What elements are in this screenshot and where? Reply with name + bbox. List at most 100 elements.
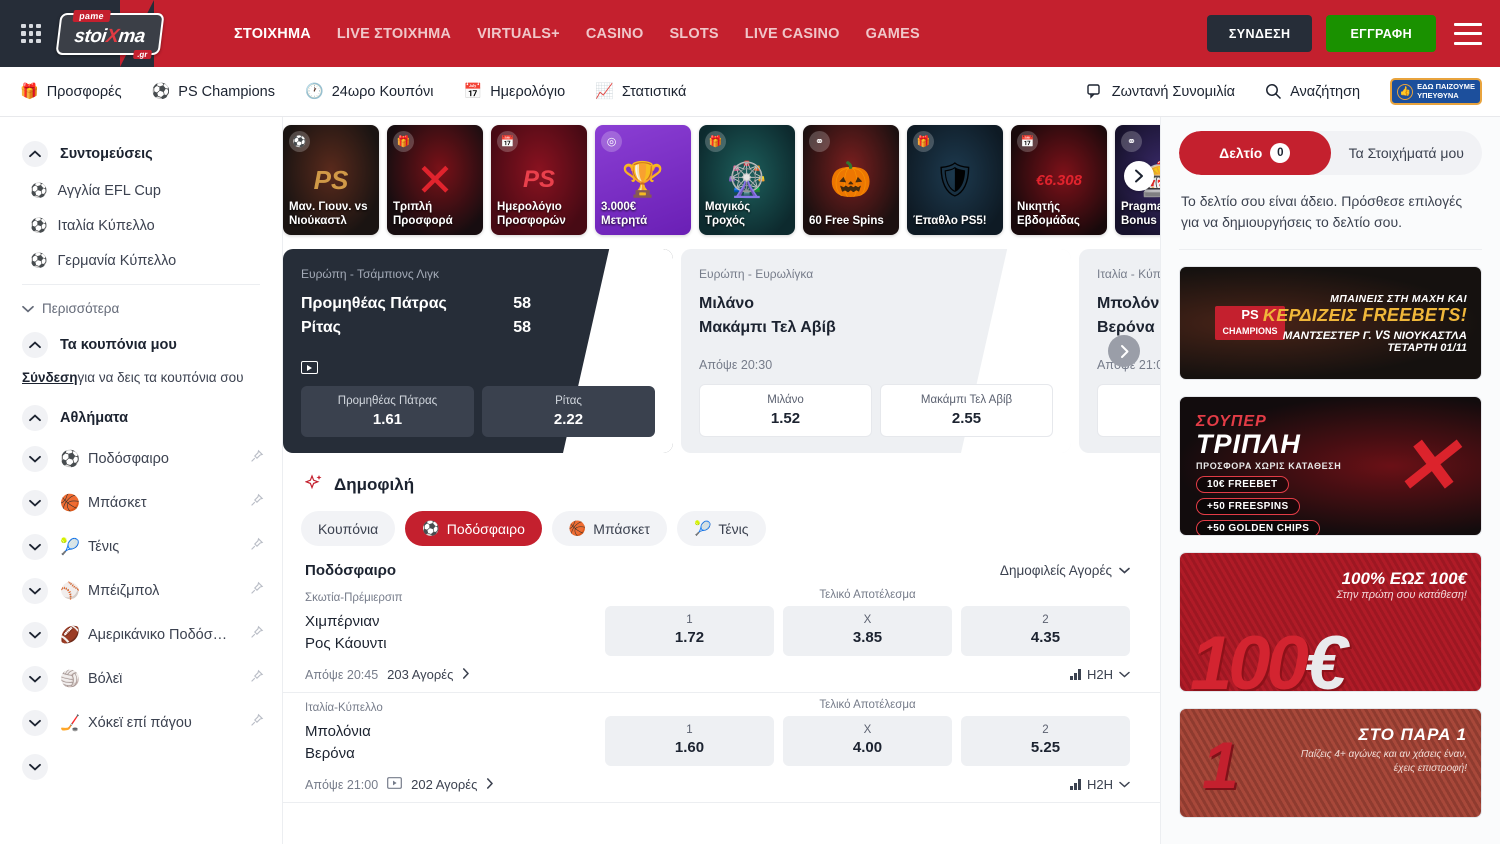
bar-chart-icon [1070,669,1081,680]
sidebar-section-shortcuts[interactable]: Συντομεύσεις [0,135,282,173]
pin-icon[interactable] [249,449,264,469]
nav-item-slots[interactable]: SLOTS [669,26,718,42]
subbar-item-offers[interactable]: 🎁 Προσφορές [20,84,122,100]
sidebar-sport-basketball[interactable]: 🏀 Μπάσκετ [0,481,282,525]
subbar-item-search[interactable]: Αναζήτηση [1265,83,1360,100]
nav-item-stoixima[interactable]: ΣΤΟΙΧΗΜΑ [234,26,311,42]
banner-welcome-bonus[interactable]: 100€ 100% ΕΩΣ 100€ Στην πρώτη σου κατάθε… [1179,552,1482,692]
bet-row-markets-count[interactable]: 203 Αγορές [387,667,453,682]
banner-sto-para-1[interactable]: 1 ΣΤΟ ΠΑΡΑ 1 Παίζεις 4+ αγώνες και αν χά… [1179,708,1482,818]
sidebar-sport-ice-hockey[interactable]: 🏒 Χόκεϊ επί πάγου [0,701,282,745]
odd-button-1[interactable]: 1 1.72 [605,606,774,656]
matches-carousel-next-button[interactable] [1108,335,1140,367]
nav-item-live-stoixima[interactable]: LIVE ΣΤΟΙΧΗΜΑ [337,26,451,42]
sidebar-sport-partial[interactable] [0,745,282,789]
thumbs-up-icon: 👍 [1397,84,1413,100]
promo-card[interactable]: 🎃 ⚭ 60 Free Spins [803,125,899,235]
pin-icon[interactable] [249,581,264,601]
pin-icon[interactable] [249,493,264,513]
odd-button[interactable]: Προμηθέας Πάτρας 1.61 [301,386,474,437]
promo-carousel-next-button[interactable] [1124,161,1154,191]
logo-pame-text: pame [72,10,110,22]
nav-item-live-casino[interactable]: LIVE CASINO [745,26,840,42]
sidebar-more-button[interactable]: Περισσότερα [0,291,282,326]
popular-sport-header: Ποδόσφαιρο Δημοφιλείς Αγορές [283,562,1160,579]
tab-my-bets[interactable]: Τα Στοιχήματά μου [1331,131,1483,175]
bet-row-h2h-toggle[interactable]: H2H [1070,667,1130,682]
subbar-item-live-chat[interactable]: Ζωντανή Συνομιλία [1087,84,1235,100]
sidebar-login-link[interactable]: Σύνδεση [22,370,78,385]
odd-button-2[interactable]: 2 5.25 [961,716,1130,766]
pin-icon[interactable] [249,625,264,645]
chevron-down-icon[interactable] [22,578,48,604]
promo-card[interactable]: 🛡 🎁 Έπαθλο PS5! [907,125,1003,235]
site-logo[interactable]: pame stoiXma .gr [58,11,162,57]
odd-button-1[interactable]: 1 1.60 [605,716,774,766]
chevron-down-icon[interactable] [22,666,48,692]
bet-row-teams[interactable]: Ιταλία-Κύπελλο Μπολόνια Βερόνα [305,699,605,766]
markets-dropdown[interactable]: Δημοφιλείς Αγορές [1000,563,1130,578]
sidebar-shortcut-efl-cup[interactable]: ⚽ Αγγλία EFL Cup [0,173,282,208]
sidebar-sport-volleyball[interactable]: 🏐 Βόλεϊ [0,657,282,701]
featured-match-card[interactable]: Ευρώπη - Τσάμπιονς Λιγκ Προμηθέας Πάτρας… [283,249,673,453]
apps-grid-icon[interactable] [14,17,48,51]
promo-card[interactable]: ✕ 🎁 Τριπλή Προσφορά [387,125,483,235]
bet-row-teams[interactable]: Σκωτία-Πρέμιερσιπ Χιμπέρνιαν Ρος Κάουντι [305,589,605,656]
promo-card[interactable]: PS ⚽ Μαν. Γιουν. vs Νιούκαστλ [283,125,379,235]
nav-item-games[interactable]: GAMES [866,26,920,42]
banner-ps-champions[interactable]: PS CHAMPIONS ΜΠΑΙΝΕΙΣ ΣΤΗ ΜΑΧΗ ΚΑΙ ΚΕΡΔΙ… [1179,266,1482,380]
chevron-right-icon[interactable] [486,778,494,792]
login-button[interactable]: ΣΥΝΔΕΣΗ [1207,15,1313,52]
subbar-item-calendar[interactable]: 📅 Ημερολόγιο [464,84,566,100]
bet-row-markets-count[interactable]: 202 Αγορές [411,777,477,792]
odd-button[interactable]: Ρίτας 2.22 [482,386,655,437]
chevron-down-icon[interactable] [22,622,48,648]
sidebar-shortcut-italy-cup[interactable]: ⚽ Ιταλία Κύπελλο [0,208,282,243]
sidebar-sport-tennis[interactable]: 🎾 Τένις [0,525,282,569]
nav-item-virtuals[interactable]: VIRTUALS+ [477,26,560,42]
tab-football[interactable]: ⚽ Ποδόσφαιρο [405,511,542,546]
nav-item-casino[interactable]: CASINO [586,26,644,42]
promo-card[interactable]: €6.308 📅 Νικητής Εβδομάδας [1011,125,1107,235]
banner-super-triple[interactable]: ✕ ΣΟΥΠΕΡ ΤΡΙΠΛΗ ΠΡΟΣΦΟΡΑ ΧΩΡΙΣ ΚΑΤΑΘΕΣΗ … [1179,396,1482,536]
odd-button-x[interactable]: X 4.00 [783,716,952,766]
odd-button-x[interactable]: X 3.85 [783,606,952,656]
chevron-down-icon[interactable] [22,490,48,516]
responsible-gaming-badge[interactable]: 👍 ΕΔΩ ΠΑΙΖΟΥΜΕ ΥΠΕΥΘΥΝΑ [1390,78,1482,105]
live-stream-icon[interactable] [387,777,402,792]
sidebar-sport-baseball[interactable]: ⚾ Μπέιζμπολ [0,569,282,613]
chevron-down-icon[interactable] [22,710,48,736]
odd-button[interactable]: Μακάμπι Τελ Αβίβ 2.55 [880,384,1053,437]
sidebar-section-my-coupons[interactable]: Τα κουπόνια μου [0,326,282,364]
odd-button[interactable]: Μιλάνο 1.52 [699,384,872,437]
sidebar-sport-football[interactable]: ⚽ Ποδόσφαιρο [0,437,282,481]
odd-button[interactable]: 1 1.60 [1097,384,1160,437]
pin-icon[interactable] [249,713,264,733]
odd-button-2[interactable]: 2 4.35 [961,606,1130,656]
promo-card[interactable]: 🏆 ◎ 3.000€ Μετρητά [595,125,691,235]
promo-card[interactable]: PS 📅 Ημερολόγιο Προσφορών [491,125,587,235]
sidebar-shortcut-germany-cup[interactable]: ⚽ Γερμανία Κύπελλο [0,243,282,278]
sidebar-section-sports[interactable]: Αθλήματα [0,399,282,437]
tab-tennis[interactable]: 🎾 Τένις [677,511,766,546]
subbar-item-statistics[interactable]: 📈 Στατιστικά [595,84,686,100]
pin-icon[interactable] [249,537,264,557]
chevron-down-icon[interactable] [22,534,48,560]
chevron-down-icon[interactable] [22,446,48,472]
subbar-item-ps-champions[interactable]: ⚽ PS Champions [152,84,275,100]
promo-card[interactable]: 🎡 🎁 Μαγικός Τροχός [699,125,795,235]
tab-basketball[interactable]: 🏀 Μπάσκετ [552,511,667,546]
pin-icon[interactable] [249,669,264,689]
sidebar-sport-american-football[interactable]: 🏈 Αμερικάνικο Ποδόσ… [0,613,282,657]
chevron-down-icon[interactable] [22,754,48,780]
tab-coupons[interactable]: Κουπόνια [301,511,395,546]
clock-icon: 🕐 [305,84,324,99]
live-stream-icon[interactable] [301,361,318,374]
subbar-item-24h-coupon[interactable]: 🕐 24ωρο Κουπόνι [305,84,434,100]
bet-row-h2h-toggle[interactable]: H2H [1070,777,1130,792]
hamburger-menu-icon[interactable] [1454,23,1482,45]
featured-match-card[interactable]: Ευρώπη - Ευρωλίγκα Μιλάνο Μακάμπι Τελ Αβ… [681,249,1071,453]
chevron-right-icon[interactable] [462,668,470,682]
tab-betslip[interactable]: Δελτίο 0 [1179,131,1331,175]
register-button[interactable]: ΕΓΓΡΑΦΗ [1326,15,1436,52]
